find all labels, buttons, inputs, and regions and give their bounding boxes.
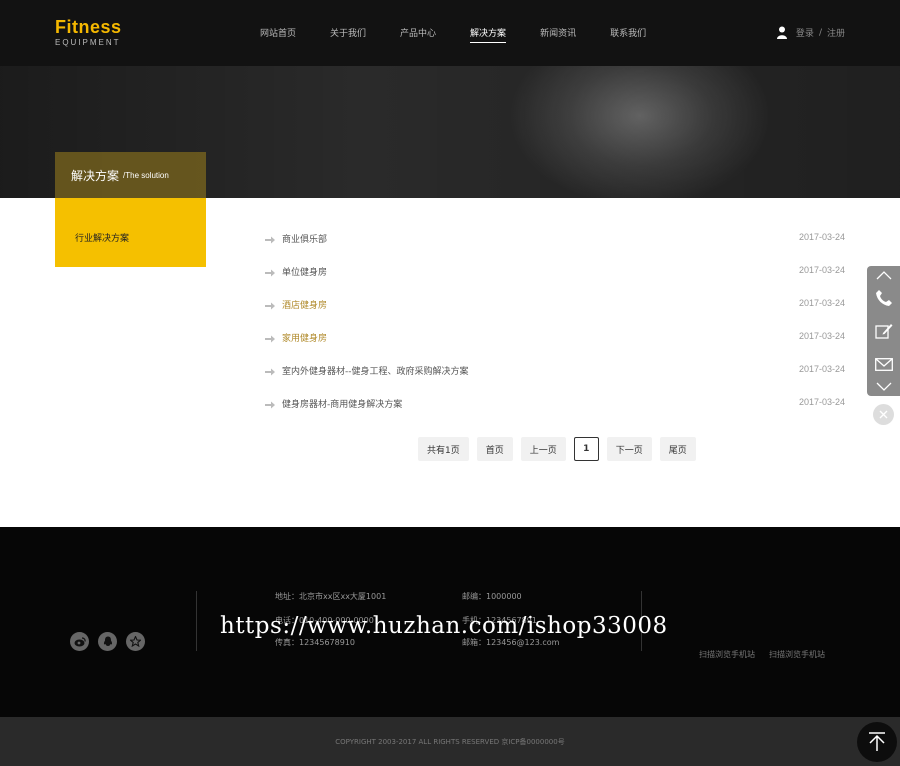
list-item-title[interactable]: 单位健身房 xyxy=(282,265,327,278)
nav-item-news[interactable]: 新闻资讯 xyxy=(540,26,576,43)
list-item-title[interactable]: 健身房器材-商用健身解决方案 xyxy=(282,397,402,410)
favorite-link[interactable] xyxy=(126,632,145,651)
sidebar-title-en: /The solution xyxy=(123,170,169,180)
chevron-up-icon xyxy=(876,271,891,280)
qr-caption-mobile: 扫描浏览手机站 xyxy=(699,650,755,659)
watermark-text: https://www.huzhan.com/ishop33008 xyxy=(220,613,668,639)
pagination: 共有1页 首页 上一页 1 下一页 尾页 xyxy=(418,437,704,461)
list-item-date: 2017-03-24 xyxy=(798,397,845,407)
footer-postcode: 邮编：1000000 xyxy=(462,592,522,601)
floating-toolbar xyxy=(867,266,900,396)
list-item-date: 2017-03-24 xyxy=(798,364,845,374)
nav-item-products[interactable]: 产品中心 xyxy=(400,26,436,43)
arrow-right-icon xyxy=(265,236,275,244)
account-links: 登录 / 注册 xyxy=(776,26,845,39)
arrow-right-icon xyxy=(265,335,275,343)
sidebar-item-industry-solutions[interactable]: 行业解决方案 xyxy=(75,234,129,244)
login-link[interactable]: 登录 xyxy=(796,26,814,39)
toolbar-down-button[interactable] xyxy=(867,378,900,396)
qr-caption-mobile-2: 扫描浏览手机站 xyxy=(769,650,825,659)
logo[interactable]: Fitness EQUIPMENT xyxy=(55,18,122,47)
back-to-top-icon xyxy=(869,732,885,751)
toolbar-phone-button[interactable] xyxy=(867,286,900,310)
first-page-button[interactable]: 首页 xyxy=(476,437,513,461)
list-item-title[interactable]: 家用健身房 xyxy=(282,331,327,344)
sidebar-menu: 行业解决方案 xyxy=(55,198,206,267)
back-to-top-button[interactable] xyxy=(857,722,897,762)
sidebar-title: 解决方案 xyxy=(71,168,120,183)
user-icon xyxy=(776,26,787,39)
nav-item-about[interactable]: 关于我们 xyxy=(330,26,366,43)
site-footer: 地址：北京市xx区xx大厦1001 电话：010-400-000-0000 传真… xyxy=(0,527,900,717)
nav-item-contact[interactable]: 联系我们 xyxy=(610,26,646,43)
chevron-down-icon xyxy=(876,382,891,391)
weibo-link[interactable] xyxy=(70,632,89,651)
prev-page-button[interactable]: 上一页 xyxy=(520,437,566,461)
star-icon xyxy=(130,636,141,647)
copyright-bar: COPYRIGHT 2003-2017 ALL RIGHTS RESERVED … xyxy=(0,717,900,766)
page-total: 共有1页 xyxy=(418,437,469,461)
list-item-date: 2017-03-24 xyxy=(798,232,845,242)
toolbar-mail-button[interactable] xyxy=(867,352,900,376)
site-header: Fitness EQUIPMENT 网站首页 关于我们 产品中心 解决方案 新闻… xyxy=(0,0,900,66)
main-nav: 网站首页 关于我们 产品中心 解决方案 新闻资讯 联系我们 xyxy=(260,26,680,43)
list-item[interactable]: 酒店健身房 2017-03-24 xyxy=(265,298,845,331)
footer-divider xyxy=(196,591,197,651)
weibo-icon xyxy=(74,636,86,646)
list-item[interactable]: 商业俱乐部 2017-03-24 xyxy=(265,232,845,265)
list-item[interactable]: 健身房器材-商用健身解决方案 2017-03-24 xyxy=(265,397,845,430)
current-page-button[interactable]: 1 xyxy=(573,437,599,461)
last-page-button[interactable]: 尾页 xyxy=(659,437,696,461)
qq-icon xyxy=(103,636,112,646)
logo-title: Fitness xyxy=(55,17,122,37)
list-item-title[interactable]: 室内外健身器材--健身工程、政府采购解决方案 xyxy=(282,364,469,377)
list-item-date: 2017-03-24 xyxy=(798,298,845,308)
qq-link[interactable] xyxy=(98,632,117,651)
toolbar-message-button[interactable] xyxy=(867,319,900,343)
register-link[interactable]: 注册 xyxy=(827,26,845,39)
list-item-title[interactable]: 商业俱乐部 xyxy=(282,232,327,245)
toolbar-up-button[interactable] xyxy=(867,266,900,284)
nav-item-solutions[interactable]: 解决方案 xyxy=(470,26,507,43)
close-icon xyxy=(879,410,888,419)
next-page-button[interactable]: 下一页 xyxy=(606,437,652,461)
list-item[interactable]: 单位健身房 2017-03-24 xyxy=(265,265,845,298)
social-links xyxy=(70,632,154,651)
arrow-right-icon xyxy=(265,368,275,376)
copyright-text: COPYRIGHT 2003-2017 ALL RIGHTS RESERVED … xyxy=(335,738,565,746)
list-item-date: 2017-03-24 xyxy=(798,331,845,341)
footer-address: 地址：北京市xx区xx大厦1001 xyxy=(275,592,387,601)
mail-icon xyxy=(874,357,893,371)
list-item[interactable]: 室内外健身器材--健身工程、政府采购解决方案 2017-03-24 xyxy=(265,364,845,397)
nav-item-home[interactable]: 网站首页 xyxy=(260,26,296,43)
sidebar-header: 解决方案 /The solution xyxy=(55,152,206,198)
arrow-right-icon xyxy=(265,401,275,409)
solution-list: 商业俱乐部 2017-03-24 单位健身房 2017-03-24 酒店健身房 … xyxy=(265,232,845,430)
toolbar-close-button[interactable] xyxy=(873,404,894,425)
list-item-date: 2017-03-24 xyxy=(798,265,845,275)
arrow-right-icon xyxy=(265,269,275,277)
account-separator: / xyxy=(818,27,822,38)
list-item-title[interactable]: 酒店健身房 xyxy=(282,298,327,311)
list-item[interactable]: 家用健身房 2017-03-24 xyxy=(265,331,845,364)
phone-icon xyxy=(875,290,892,306)
arrow-right-icon xyxy=(265,302,275,310)
edit-icon xyxy=(874,324,892,339)
logo-subtitle: EQUIPMENT xyxy=(55,38,121,47)
